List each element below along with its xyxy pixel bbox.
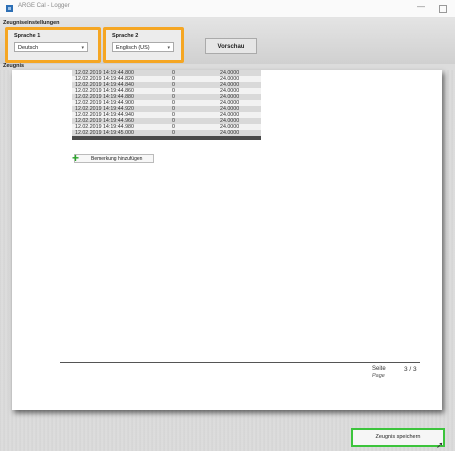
title-bar: ARGE Cal - Logger — (0, 0, 455, 18)
language-1-value: Deutsch (18, 45, 39, 51)
page-label-english: Page (372, 373, 385, 379)
add-remark-button[interactable]: + Bemerkung hinzufügen (72, 151, 154, 165)
language-2-group: Sprache 2 Englisch (US) ▾ (103, 27, 184, 63)
chevron-down-icon: ▾ (167, 45, 170, 51)
page-label: Seite (372, 366, 386, 372)
mouse-cursor-icon: ➚ (436, 440, 444, 450)
language-2-select[interactable]: Englisch (US) ▾ (112, 42, 174, 52)
chevron-down-icon: ▾ (81, 45, 84, 51)
maximize-button[interactable] (439, 5, 447, 13)
table-row: 12.02.2019 14:19:45.000 0 24.0000 (72, 130, 261, 136)
minimize-button[interactable]: — (417, 2, 425, 11)
language-1-label: Sprache 1 (14, 33, 41, 39)
settings-section-title: Zeugniseinstellungen (3, 20, 60, 26)
add-remark-label: Bemerkung hinzufügen (91, 156, 143, 162)
page-footer-divider (60, 362, 420, 363)
certificate-section-title: Zeugnis (3, 63, 25, 69)
language-2-label: Sprache 2 (112, 33, 139, 39)
data-table: 12.02.2019 14:19:44.800 0 24.0000 12.02.201… (72, 70, 261, 140)
save-certificate-button[interactable]: Zeugnis speichern (351, 428, 445, 447)
plus-icon: + (72, 151, 80, 165)
language-1-select[interactable]: Deutsch ▾ (14, 42, 88, 52)
language-2-value: Englisch (US) (116, 45, 150, 51)
preview-button[interactable]: Vorschau (205, 38, 257, 54)
value-cell: 24.0000 (220, 130, 240, 136)
timestamp-cell: 12.02.2019 14:19:45.000 (75, 130, 134, 136)
app-logo-icon (6, 5, 13, 12)
window-title: ARGE Cal - Logger (18, 3, 70, 9)
language-1-group: Sprache 1 Deutsch ▾ (5, 27, 101, 63)
status-cell: 0 (172, 130, 175, 136)
table-footer-bar (72, 136, 261, 140)
page-number: 3 / 3 (404, 366, 417, 373)
certificate-page-preview: 12.02.2019 14:19:44.800 0 24.0000 12.02.201… (12, 70, 442, 410)
